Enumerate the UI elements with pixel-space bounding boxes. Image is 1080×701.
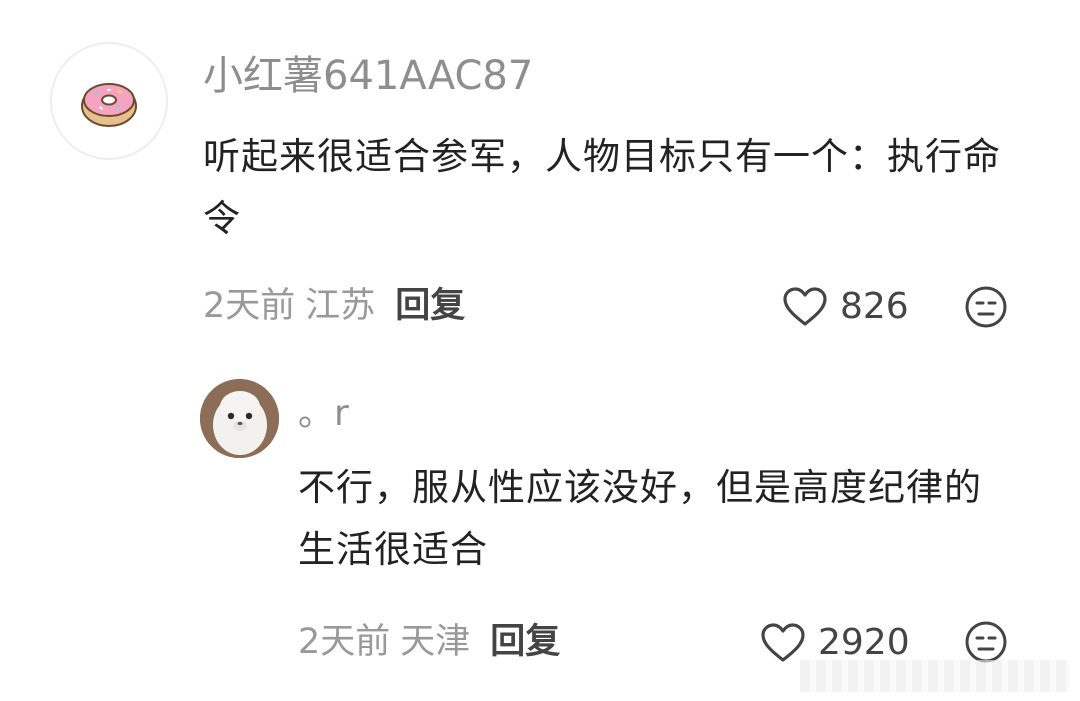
heart-outline-icon: [783, 287, 827, 326]
like-button[interactable]: 826: [782, 286, 909, 328]
comment-item: 小红薯641AAC87 听起来很适合参军，人物目标只有一个：执行命令 2天前 江苏…: [0, 0, 1080, 360]
timestamp: 2天前: [298, 622, 391, 662]
comment-item: 。r 不行，服从性应该没好，但是高度纪律的生活很适合 2天前 天津 回复 2920: [0, 360, 1080, 701]
comment-text: 不行，服从性应该没好，但是高度纪律的生活很适合: [298, 466, 982, 571]
comment-meta: 2天前 天津 回复: [298, 625, 560, 660]
avatar[interactable]: [200, 379, 279, 458]
reply-button[interactable]: 回复: [490, 622, 560, 662]
like-button[interactable]: 2920: [760, 622, 910, 664]
username[interactable]: 小红薯641AAC87: [203, 56, 533, 96]
watermark: [800, 660, 1070, 692]
neutral-face-icon: [965, 621, 1007, 663]
comment-meta: 2天前 江苏 回复: [203, 289, 465, 324]
region: 江苏: [305, 286, 376, 326]
comment-text: 听起来很适合参军，人物目标只有一个：执行命令: [203, 135, 1001, 240]
like-count: 826: [840, 286, 909, 327]
username[interactable]: 。r: [298, 396, 349, 432]
donut-avatar-icon: [81, 83, 137, 127]
timestamp: 2天前: [203, 286, 296, 326]
region: 天津: [400, 622, 471, 662]
reply-button[interactable]: 回复: [395, 286, 465, 326]
dislike-button[interactable]: [964, 285, 1008, 333]
like-count: 2920: [818, 622, 910, 663]
neutral-face-icon: [965, 286, 1007, 328]
avatar[interactable]: [50, 42, 168, 160]
heart-outline-icon: [761, 623, 805, 662]
seal-avatar-icon: [200, 379, 279, 458]
